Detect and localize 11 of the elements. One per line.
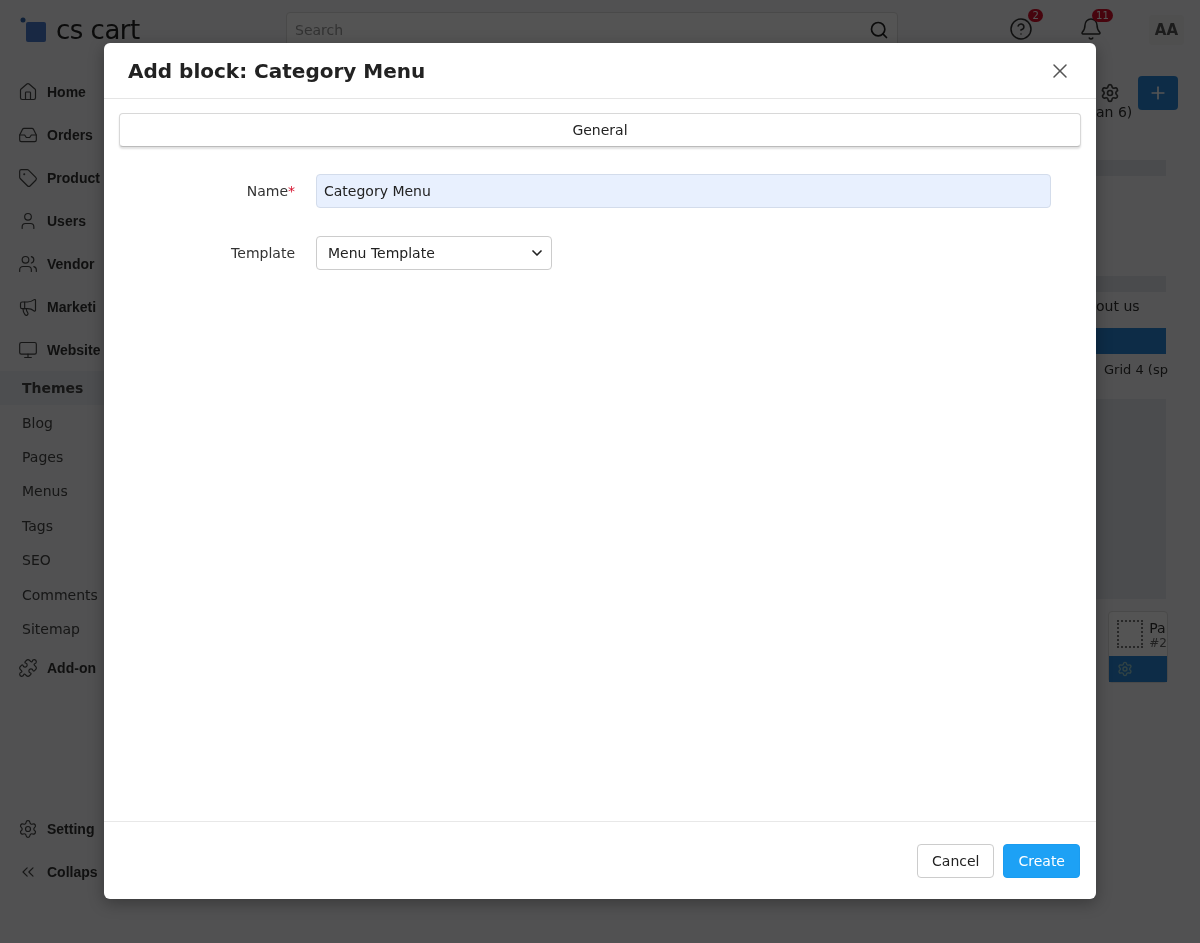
notification-badge: 2 bbox=[1028, 9, 1043, 22]
block-title: Pa bbox=[1149, 620, 1167, 636]
layout-label: an 6) bbox=[1096, 104, 1134, 120]
dialog-title: Add block: Category Menu bbox=[128, 58, 426, 83]
required-mark: * bbox=[288, 183, 295, 199]
field-label: Template bbox=[230, 245, 295, 261]
field-label: Name* bbox=[245, 183, 295, 199]
logo-text: cs cart bbox=[56, 15, 140, 45]
grid-label: Grid 4 (sp bbox=[1103, 362, 1169, 377]
notification-badge: 11 bbox=[1092, 9, 1113, 22]
block-label: out us bbox=[1096, 298, 1141, 314]
